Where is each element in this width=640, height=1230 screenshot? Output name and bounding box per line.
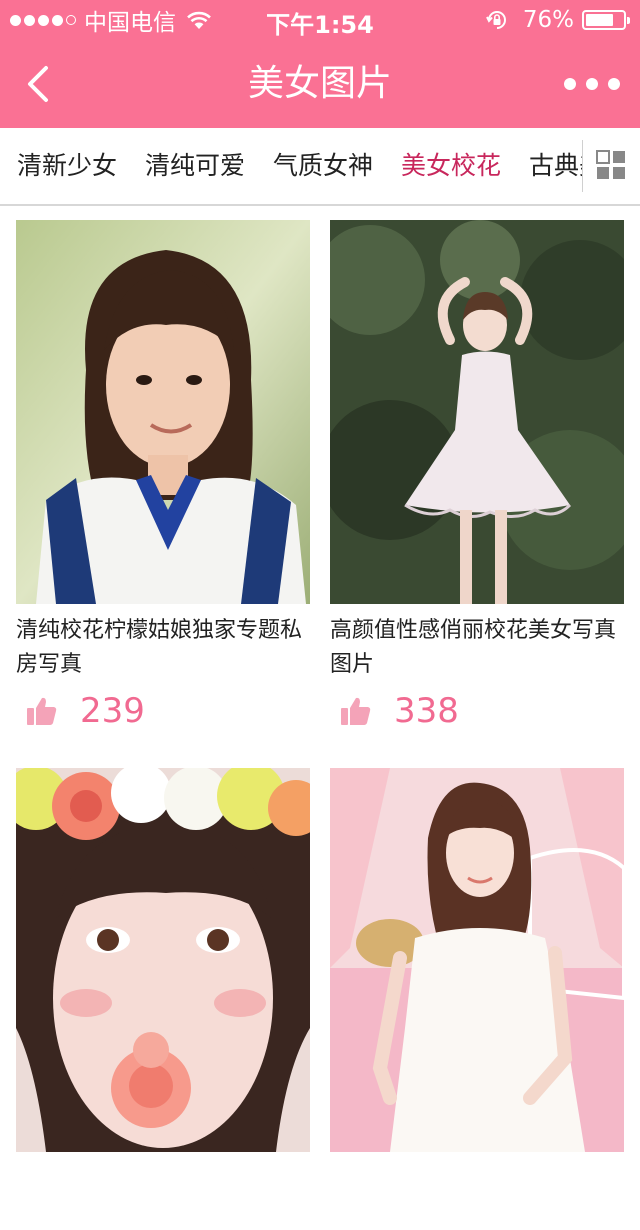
- photo-card[interactable]: 清纯校花柠檬姑娘独家专题私房写真 239: [16, 220, 310, 736]
- card-photo-schoolgirl-uniform[interactable]: [16, 220, 310, 604]
- photo-card[interactable]: 高颜值性感俏丽校花美女写真图片 338: [330, 220, 624, 736]
- card-photo-white-dress[interactable]: [330, 220, 624, 604]
- carrier-name: 中国电信: [84, 10, 176, 36]
- card-title: [330, 1162, 624, 1230]
- card-title: [16, 1162, 310, 1230]
- card-photo-flower-crown[interactable]: [16, 768, 310, 1152]
- battery-icon: [582, 10, 630, 30]
- card-title: 高颜值性感俏丽校花美女写真图片: [330, 618, 617, 677]
- more-button[interactable]: [564, 64, 620, 104]
- tab-qingxin-shaonv[interactable]: 清新少女: [17, 128, 117, 204]
- thumbs-up-icon[interactable]: [26, 696, 58, 726]
- like-row: 239: [16, 686, 310, 736]
- tab-meinv-xiaohua[interactable]: 美女校花: [401, 128, 501, 204]
- nav-bar: 美女图片: [0, 40, 640, 128]
- tab-qizhi-nvshen[interactable]: 气质女神: [273, 128, 373, 204]
- tabs-scroll[interactable]: 清新少女 清纯可爱 气质女神 美女校花 古典美女: [0, 128, 582, 204]
- status-bar: 中国电信 下午1:54 76%: [0, 0, 640, 40]
- category-tabs: 清新少女 清纯可爱 气质女神 美女校花 古典美女: [0, 128, 640, 206]
- back-button[interactable]: [14, 60, 62, 108]
- chevron-left-icon: [28, 66, 48, 102]
- thumbs-up-icon[interactable]: [340, 696, 372, 726]
- tab-gudian-meinv[interactable]: 古典美女: [529, 128, 582, 204]
- page-title: 美女图片: [247, 63, 392, 104]
- card-title: 清纯校花柠檬姑娘独家专题私房写真: [16, 618, 303, 677]
- like-row: 338: [330, 686, 624, 736]
- photo-card[interactable]: [16, 768, 310, 1230]
- tab-qingchun-keai[interactable]: 清纯可爱: [145, 128, 245, 204]
- more-dots-icon: [564, 78, 576, 90]
- status-left: 中国电信: [10, 6, 212, 36]
- like-count: 239: [80, 691, 145, 731]
- card-photo-pink-bedroom[interactable]: [330, 768, 624, 1152]
- battery-percent: 76%: [522, 7, 574, 33]
- signal-strength-icon: [10, 14, 76, 26]
- grid-icon[interactable]: [594, 148, 628, 182]
- battery-fill: [586, 14, 613, 26]
- tabs-divider: [582, 140, 583, 192]
- status-right: 76%: [485, 6, 630, 34]
- wifi-icon: [187, 11, 211, 29]
- like-count: 338: [394, 691, 459, 731]
- rotation-lock-icon: [485, 11, 506, 29]
- photo-card[interactable]: [330, 768, 624, 1230]
